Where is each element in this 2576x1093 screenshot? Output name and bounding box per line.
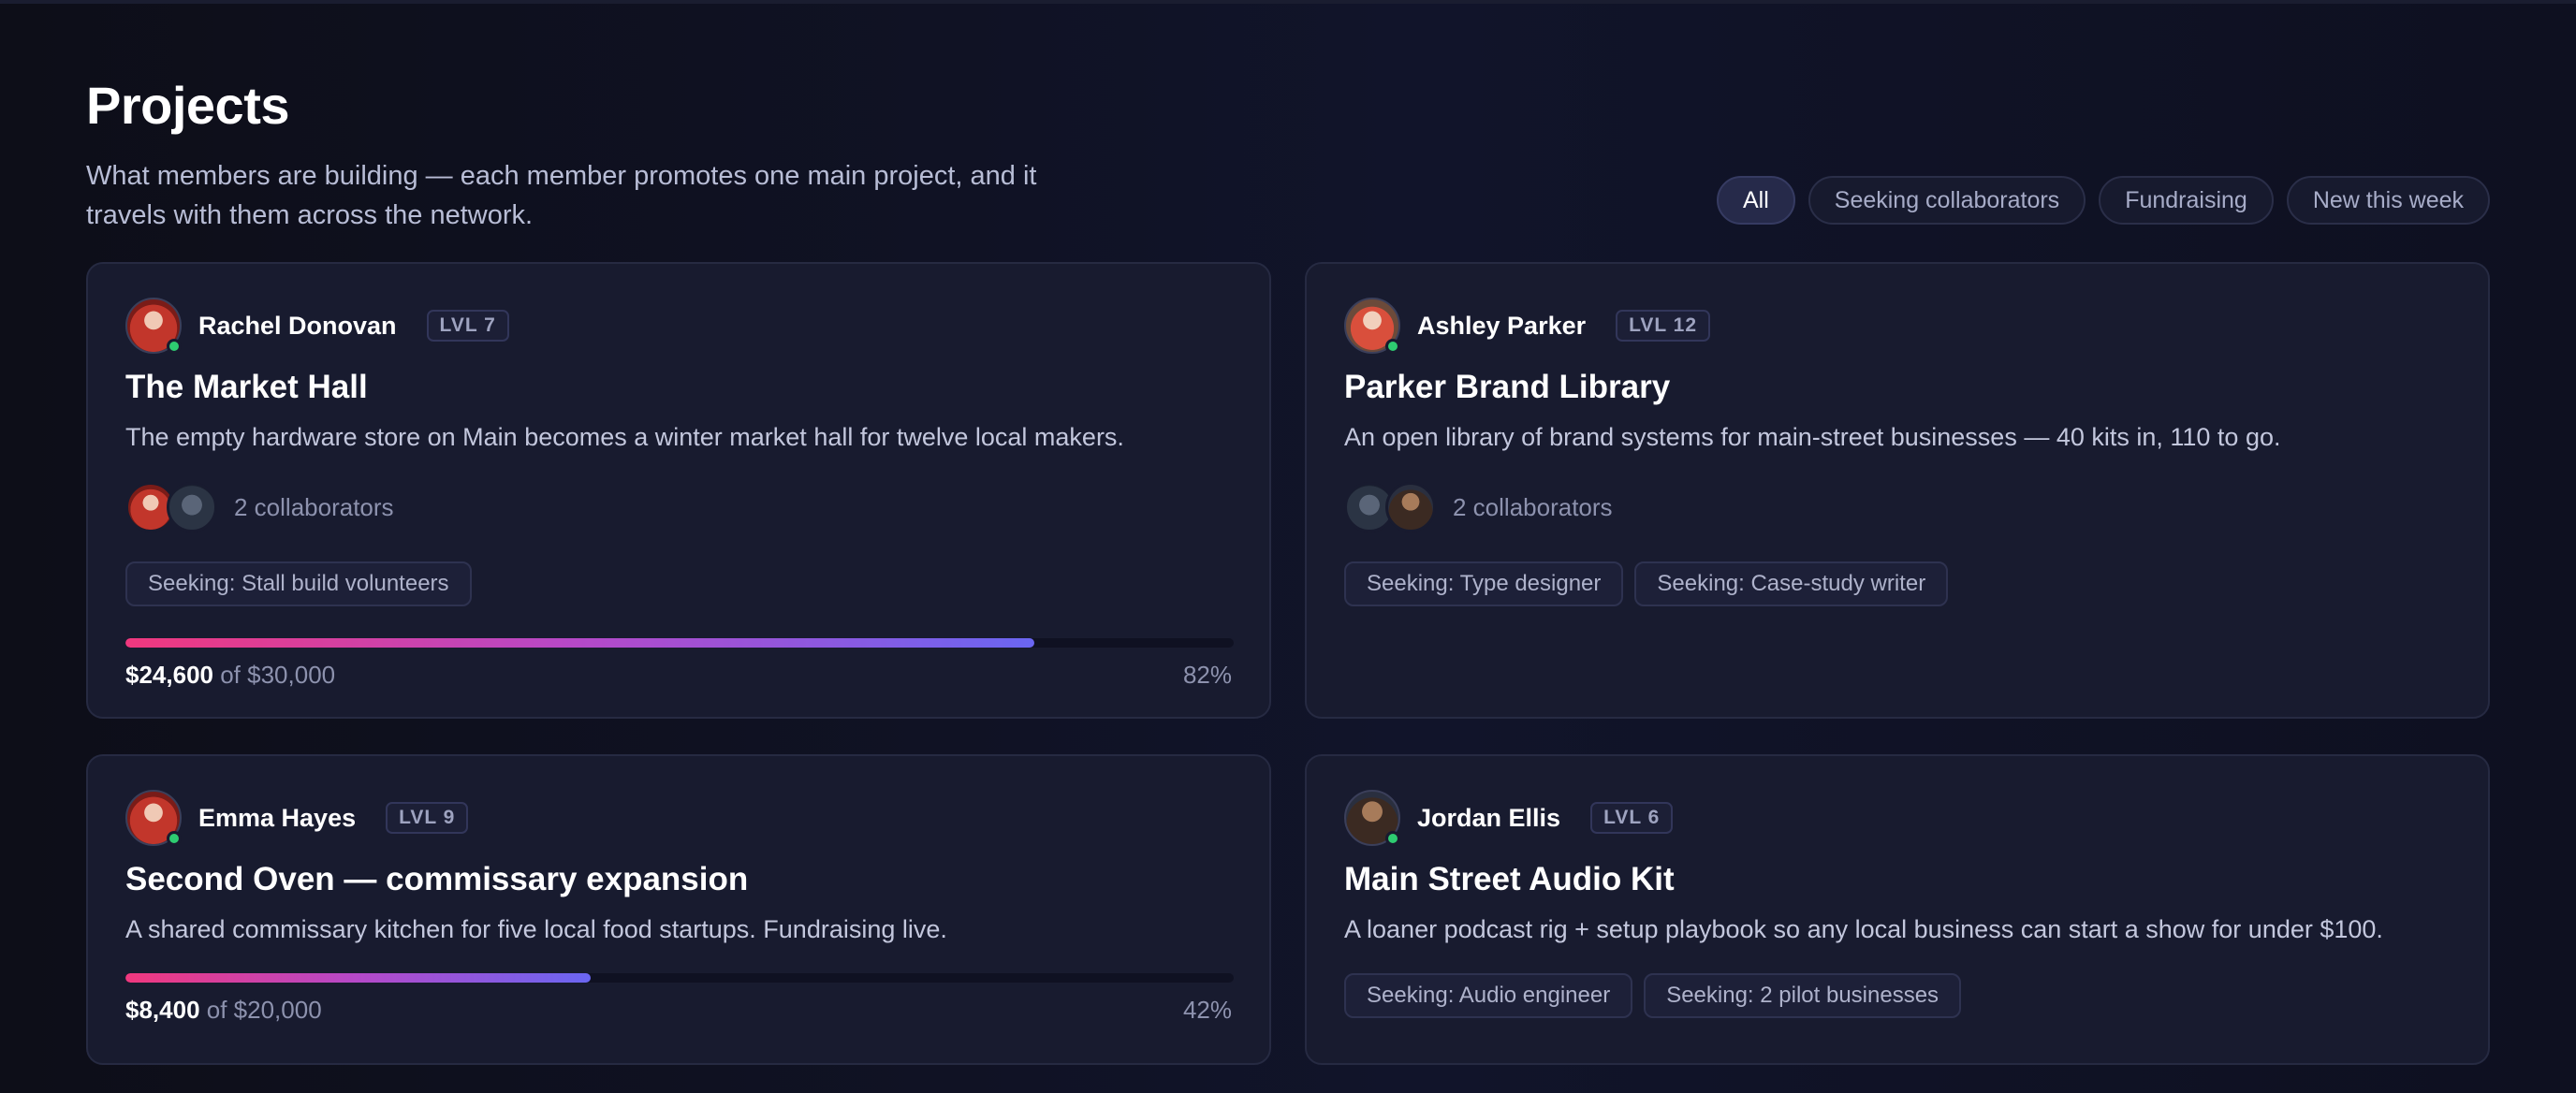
project-title[interactable]: Main Street Audio Kit (1344, 861, 1675, 898)
filter-bar: All Seeking collaborators Fundraising Ne… (1716, 176, 2490, 225)
seeking-tags: Seeking: Audio engineer Seeking: 2 pilot… (1344, 973, 1962, 1018)
project-card-parker-brand-library[interactable]: Ashley Parker LVL 12 Parker Brand Librar… (1305, 262, 2490, 719)
amount-goal: of $20,000 (206, 996, 322, 1024)
card-owner: Ashley Parker LVL 12 (1344, 298, 1711, 354)
projects-page: Projects What members are building — eac… (86, 75, 2490, 1065)
project-description: The empty hardware store on Main becomes… (125, 423, 1124, 451)
card-owner: Jordan Ellis LVL 6 (1344, 790, 1674, 846)
page-subtitle: What members are building — each member … (86, 161, 1037, 230)
owner-avatar[interactable] (1344, 298, 1400, 354)
collaborator-avatar (1385, 482, 1436, 532)
funding-percent: 82% (1182, 661, 1232, 689)
amount-raised: $8,400 (125, 996, 200, 1024)
filter-new-this-week[interactable]: New this week (2286, 176, 2490, 225)
online-status-dot (1385, 831, 1400, 846)
funding-amount: $24,600 of $30,000 (125, 661, 335, 690)
seeking-tag[interactable]: Seeking: Case-study writer (1634, 561, 1949, 606)
funding-progress-fill (125, 638, 1034, 648)
funding-percent: 42% (1182, 996, 1232, 1024)
online-status-dot (1385, 339, 1400, 354)
filter-seeking-collaborators[interactable]: Seeking collaborators (1808, 176, 2086, 225)
page-title: Projects (86, 76, 290, 135)
amount-raised: $24,600 (125, 661, 213, 689)
owner-name[interactable]: Jordan Ellis (1417, 804, 1560, 833)
project-title[interactable]: The Market Hall (125, 369, 368, 406)
owner-name[interactable]: Emma Hayes (198, 804, 356, 833)
amount-goal: of $30,000 (220, 661, 336, 689)
project-description: An open library of brand systems for mai… (1344, 423, 2281, 451)
card-owner: Rachel Donovan LVL 7 (125, 298, 509, 354)
seeking-tag[interactable]: Seeking: Type designer (1344, 561, 1624, 606)
seeking-tag[interactable]: Seeking: 2 pilot businesses (1644, 973, 1962, 1018)
top-border (0, 0, 2576, 4)
project-description: A shared commissary kitchen for five loc… (125, 915, 947, 943)
filter-all[interactable]: All (1716, 176, 1795, 225)
seeking-tags: Seeking: Stall build volunteers (125, 561, 472, 606)
owner-name[interactable]: Rachel Donovan (198, 312, 397, 341)
project-card-main-street-audio-kit[interactable]: Jordan Ellis LVL 6 Main Street Audio Kit… (1305, 754, 2490, 1065)
online-status-dot (167, 339, 182, 354)
project-card-market-hall[interactable]: Rachel Donovan LVL 7 The Market Hall The… (86, 262, 1271, 719)
collaborators[interactable]: 2 collaborators (125, 479, 394, 535)
funding-progress-fill (125, 973, 592, 983)
owner-name[interactable]: Ashley Parker (1417, 312, 1586, 341)
card-owner: Emma Hayes LVL 9 (125, 790, 469, 846)
collaborators[interactable]: 2 collaborators (1344, 479, 1613, 535)
seeking-tag[interactable]: Seeking: Audio engineer (1344, 973, 1633, 1018)
owner-avatar[interactable] (125, 790, 182, 846)
level-badge: LVL 7 (426, 310, 509, 342)
owner-avatar[interactable] (1344, 790, 1400, 846)
level-badge: LVL 9 (386, 802, 469, 834)
owner-avatar[interactable] (125, 298, 182, 354)
collaborator-avatar (167, 482, 217, 532)
funding-amount: $8,400 of $20,000 (125, 996, 322, 1025)
project-description: A loaner podcast rig + setup playbook so… (1344, 915, 2383, 943)
funding-progress-bar (125, 638, 1234, 648)
collaborators-count: 2 collaborators (234, 492, 394, 521)
funding-progress-bar (125, 973, 1234, 983)
level-badge: LVL 6 (1590, 802, 1674, 834)
project-title[interactable]: Parker Brand Library (1344, 369, 1670, 406)
seeking-tag[interactable]: Seeking: Stall build volunteers (125, 561, 472, 606)
level-badge: LVL 12 (1616, 310, 1711, 342)
filter-fundraising[interactable]: Fundraising (2099, 176, 2274, 225)
project-title[interactable]: Second Oven — commissary expansion (125, 861, 748, 898)
online-status-dot (167, 831, 182, 846)
collaborators-count: 2 collaborators (1453, 492, 1613, 521)
project-card-second-oven[interactable]: Emma Hayes LVL 9 Second Oven — commissar… (86, 754, 1271, 1065)
seeking-tags: Seeking: Type designer Seeking: Case-stu… (1344, 561, 1949, 606)
